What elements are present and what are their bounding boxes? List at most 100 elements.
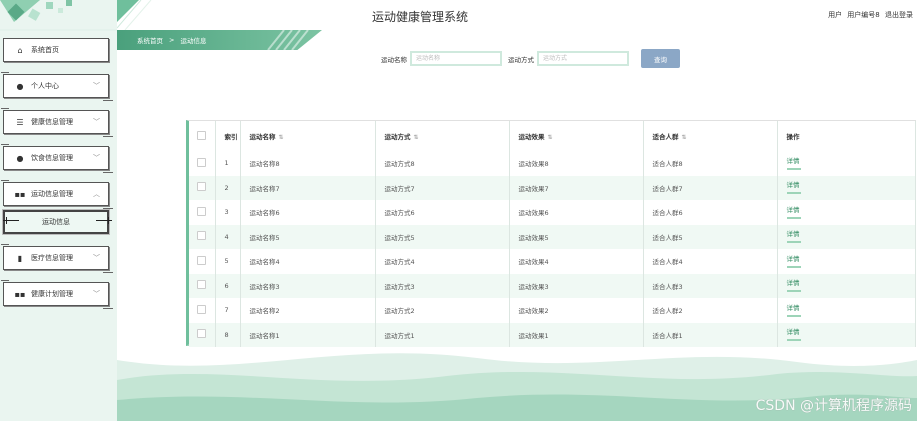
name-search-label: 运动名称 [381,55,407,64]
row-checkbox[interactable] [197,304,207,314]
detail-button-label: 详情 [786,230,800,239]
detail-underline [786,241,801,244]
cell-method: 运动方式5 [375,224,510,249]
logout-link[interactable]: 退出登录 [885,11,913,19]
detail-button[interactable]: 详情 [786,204,801,221]
row-select-cell [189,298,216,323]
detail-button-label: 详情 [786,279,800,288]
cell-name: 运动名称5 [240,224,376,249]
sort-icon[interactable]: ⇅ [414,134,419,141]
cell-action: 详情 [777,273,916,298]
column-header-method[interactable]: 运动方式 ⇅ [375,121,510,151]
column-header-audience[interactable]: 适合人群 ⇅ [643,121,778,151]
sidebar-item-personal-center[interactable]: ● 个人中心 ﹀ [1,72,113,101]
table-row: 1 运动名称8 运动方式8 运动效果8 适合人群8 详情 [189,151,916,176]
page-title: 运动健康管理系统 [371,10,468,24]
row-checkbox[interactable] [197,280,207,290]
table-row: 6 运动名称3 运动方式3 运动效果3 适合人群3 详情 [189,273,916,298]
method-search-label: 运动方式 [508,55,534,64]
chevron-down-icon: ﹀ [93,118,100,126]
row-checkbox[interactable] [197,255,207,265]
header-decoration [117,0,152,30]
table-row: 4 运动名称5 运动方式5 运动效果5 适合人群5 详情 [189,224,916,249]
cell-audience: 适合人群6 [643,200,778,225]
select-all-checkbox[interactable] [197,130,207,140]
cell-action: 详情 [777,249,916,274]
cell-effect: 运动效果5 [509,224,644,249]
detail-button-label: 详情 [786,328,800,337]
breadcrumb-separator: > [169,36,175,44]
detail-underline [786,290,801,293]
chevron-down-icon: ﹀ [93,82,100,90]
user-icon: ● [16,81,24,91]
search-button[interactable]: 查询 [641,49,680,68]
submenu-item-exercise-info[interactable]: 运动信息 [2,209,112,235]
chevron-up-icon: ︿ [93,190,100,198]
row-select-cell [189,273,216,298]
detail-button[interactable]: 详情 [786,155,801,172]
row-checkbox[interactable] [197,206,207,216]
sidebar-item-label: 系统首页 [31,46,59,54]
cell-index: 7 [215,298,241,323]
cell-effect: 运动效果2 [509,298,644,323]
sidebar-item-label: 健康信息管理 [31,118,73,126]
method-search-input[interactable] [537,51,629,66]
cell-index: 3 [215,200,241,225]
detail-button[interactable]: 详情 [786,277,801,294]
user-icon: ● [16,153,24,163]
sidebar-item-health-info[interactable]: ☰ 健康信息管理 ﹀ [1,108,113,137]
column-header-effect[interactable]: 运动效果 ⇅ [509,121,644,151]
sidebar-item-health-plan[interactable]: ▪▪ 健康计划管理 ﹀ [1,280,113,309]
row-select-cell [189,175,216,200]
cell-effect: 运动效果3 [509,273,644,298]
chevron-down-icon: ﹀ [93,254,100,262]
column-header-name[interactable]: 运动名称 ⇅ [240,121,376,151]
sidebar-item-label: 饮食信息管理 [31,154,73,162]
resize-handle-left[interactable] [3,217,19,224]
detail-button[interactable]: 详情 [786,302,801,319]
cell-action: 详情 [777,175,916,200]
table-row: 7 运动名称2 运动方式2 运动效果2 适合人群2 详情 [189,298,916,323]
breadcrumb-current: 运动信息 [180,37,207,45]
sidebar-item-exercise-info[interactable]: ▪▪ 运动信息管理 ︿ [1,180,113,209]
row-checkbox[interactable] [197,231,207,241]
cell-name: 运动名称3 [240,273,376,298]
cell-effect: 运动效果8 [509,151,644,176]
chevron-down-icon: ﹀ [93,154,100,162]
sort-icon[interactable]: ⇅ [548,134,553,141]
detail-button[interactable]: 详情 [786,228,801,245]
sidebar: ⌂ 系统首页 ● 个人中心 ﹀ ☰ 健康信息管理 ﹀ ● 饮食信息管理 ﹀ ▪▪… [0,0,117,421]
breadcrumb-home[interactable]: 系统首页 [137,35,163,45]
name-search-input[interactable] [410,51,502,66]
user-name-label: 用户编号8 [847,11,880,19]
sidebar-item-diet-info[interactable]: ● 饮食信息管理 ﹀ [1,144,113,173]
sidebar-item-medical-info[interactable]: ▮ 医疗信息管理 ﹀ [1,244,113,273]
column-header-label: 运动效果 [518,133,545,141]
home-icon: ⌂ [17,45,23,55]
detail-button-label: 详情 [786,254,800,263]
grid-icon: ▪▪ [14,289,26,299]
breadcrumb-stripes-decoration [267,30,309,50]
row-checkbox[interactable] [197,329,207,339]
table-row: 5 运动名称4 运动方式4 运动效果4 适合人群4 详情 [189,249,916,274]
row-select-cell [189,249,216,274]
cell-effect: 运动效果4 [509,249,644,274]
sort-icon[interactable]: ⇅ [279,134,284,141]
detail-button[interactable]: 详情 [786,253,801,270]
detail-underline [786,265,801,268]
cell-action: 详情 [777,224,916,249]
cell-name: 运动名称8 [240,151,376,176]
cell-index: 4 [215,224,241,249]
sort-icon[interactable]: ⇅ [682,134,687,141]
table-row: 3 运动名称6 运动方式6 运动效果6 适合人群6 详情 [189,200,916,225]
detail-button-label: 详情 [786,303,800,312]
data-table: 索引 运动名称 ⇅ 运动方式 ⇅ 运动效果 ⇅ 适合人群 ⇅ 操作 1 运动名称8 运动… [186,120,916,347]
detail-underline [786,192,801,195]
resize-handle-right[interactable] [96,217,112,224]
row-checkbox[interactable] [197,157,207,167]
cell-name: 运动名称2 [240,298,376,323]
row-checkbox[interactable] [197,182,207,192]
cell-effect: 运动效果6 [509,200,644,225]
detail-button[interactable]: 详情 [786,179,801,196]
sidebar-item-home[interactable]: ⌂ 系统首页 [3,38,109,62]
